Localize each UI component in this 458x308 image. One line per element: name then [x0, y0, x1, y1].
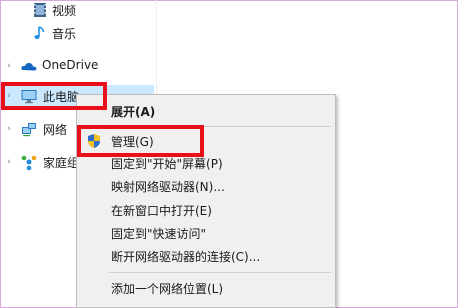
menu-label-expand: 展开(A) [111, 104, 156, 119]
menu-label-map-network-drive: 映射网络驱动器(N)... [111, 179, 225, 194]
menu-separator [109, 272, 331, 273]
menu-item-open-new-window[interactable]: 在新窗口中打开(E) [77, 199, 335, 221]
menu-label-pin-start: 固定到"开始"屏幕(P) [111, 156, 223, 171]
menu-item-pin-start[interactable]: 固定到"开始"屏幕(P) [77, 152, 335, 174]
menu-item-pin-quick-access[interactable]: 固定到"快速访问" [77, 222, 335, 244]
menu-separator [109, 126, 331, 127]
homegroup-icon [21, 155, 37, 171]
chevron-right-icon[interactable]: › [4, 56, 14, 76]
music-note-icon [34, 26, 45, 39]
nav-label-videos: 视频 [52, 4, 77, 18]
menu-item-add-network-location[interactable]: 添加一个网络位置(L) [77, 277, 335, 299]
nav-item-onedrive[interactable]: › OneDrive [0, 56, 156, 76]
nav-label-network: 网络 [43, 123, 68, 137]
menu-label-open-new-window: 在新窗口中打开(E) [111, 203, 212, 218]
menu-item-disconnect-network-drive[interactable]: 断开网络驱动器的连接(C)... [77, 245, 335, 267]
chevron-right-icon[interactable]: › [4, 152, 14, 172]
menu-label-add-network-location: 添加一个网络位置(L) [111, 281, 224, 296]
uac-shield-icon [88, 134, 100, 148]
menu-label-disconnect-network-drive: 断开网络驱动器的连接(C)... [111, 249, 261, 264]
nav-label-homegroup: 家庭组 [43, 156, 80, 170]
chevron-right-icon[interactable]: › [4, 86, 14, 106]
menu-item-map-network-drive[interactable]: 映射网络驱动器(N)... [77, 175, 335, 197]
chevron-right-icon[interactable]: › [4, 119, 14, 139]
nav-label-onedrive: OneDrive [42, 58, 99, 72]
network-icon [22, 123, 36, 137]
computer-monitor-icon [21, 90, 37, 104]
menu-label-manage: 管理(G) [111, 134, 154, 149]
nav-label-this-pc: 此电脑 [43, 90, 80, 104]
menu-label-pin-quick-access: 固定到"快速访问" [111, 226, 207, 241]
menu-item-expand[interactable]: 展开(A) [77, 100, 335, 122]
menu-item-manage[interactable]: 管理(G) [77, 130, 335, 152]
video-folder-icon [34, 3, 46, 17]
onedrive-cloud-icon [21, 62, 37, 71]
context-menu: 展开(A) 管理(G) 固定到"开始"屏幕(P) 映射网络驱动器(N)... 在… [76, 94, 336, 308]
nav-label-music: 音乐 [52, 27, 77, 41]
